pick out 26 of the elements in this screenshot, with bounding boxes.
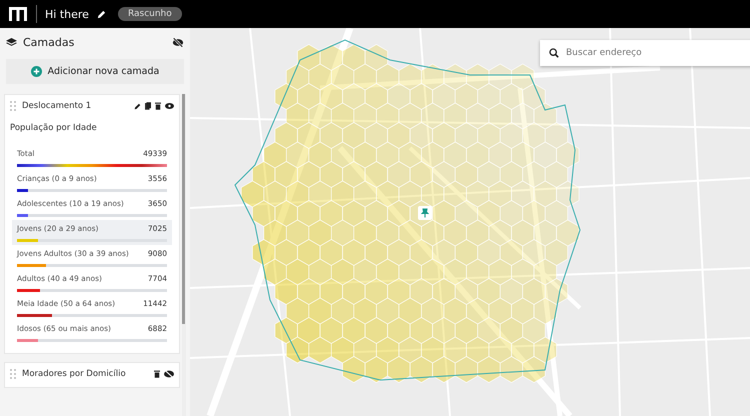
legend-title: População por Idade (10, 123, 98, 133)
status-badge: Rascunho (118, 7, 182, 21)
plus-icon (30, 66, 42, 77)
search-icon (549, 48, 559, 58)
panel-title: Camadas (23, 36, 76, 49)
scrollbar[interactable] (182, 94, 186, 416)
edit-icon[interactable] (96, 10, 106, 18)
drag-handle-icon[interactable] (10, 101, 16, 111)
scrollbar-thumb[interactable] (182, 94, 185, 324)
layers-icon (6, 38, 17, 48)
drag-handle-icon[interactable] (10, 369, 16, 379)
trash-icon[interactable] (155, 102, 161, 110)
project-title: Hi there (45, 8, 89, 20)
layer-name: Moradores por Domicílio (22, 369, 127, 379)
copy-icon[interactable] (145, 102, 151, 110)
add-layer-button[interactable]: Adicionar nova camada (6, 59, 184, 84)
map[interactable]: Buscar endereço (190, 28, 750, 416)
trash-icon[interactable] (154, 370, 160, 378)
hidden-eye-icon[interactable] (164, 370, 174, 378)
address-search-field[interactable]: Buscar endereço (540, 40, 750, 66)
edit-icon[interactable] (134, 102, 141, 110)
eye-icon[interactable] (165, 103, 174, 109)
hide-icon[interactable] (172, 37, 184, 48)
layer-name: Deslocamento 1 (22, 101, 92, 111)
logo-icon[interactable] (8, 6, 28, 22)
pin-icon[interactable] (418, 206, 432, 220)
